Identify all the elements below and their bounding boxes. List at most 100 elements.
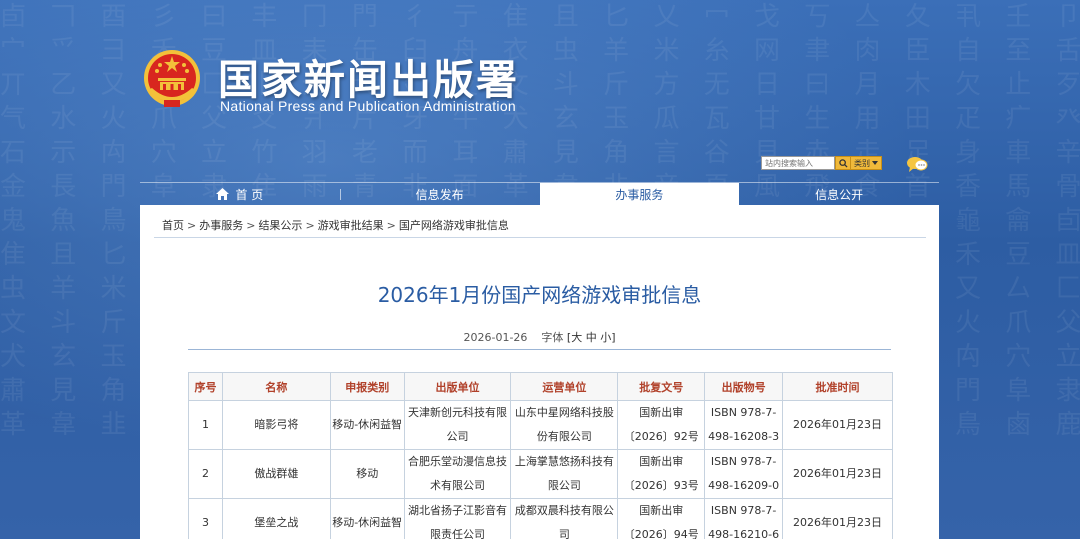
cell-approval-no: 国新出审〔2026〕93号 bbox=[617, 449, 706, 499]
category-label: 类别 bbox=[854, 158, 870, 168]
site-subtitle: National Press and Publication Administr… bbox=[220, 98, 516, 114]
nav-item-home[interactable]: 首 页 bbox=[140, 183, 340, 205]
cell-line: 限责任公司 bbox=[430, 528, 486, 539]
nav-item-services[interactable]: 办事服务 bbox=[539, 183, 740, 205]
column-header: 批复文号 bbox=[617, 372, 706, 401]
cell-approval-date: 2026年01月23日 bbox=[782, 400, 893, 450]
cell-category: 移动-休闲益智 bbox=[329, 400, 405, 450]
column-header: 出版单位 bbox=[403, 372, 512, 401]
cell-operator: 山东中星网络科技股 份有限公司 bbox=[510, 400, 619, 450]
breadcrumb-divider bbox=[154, 237, 926, 238]
main-content: 首页 > 办事服务 > 结果公示 > 游戏审批结果 > 国产网络游戏审批信息 2026年1月份国… bbox=[140, 205, 939, 539]
cell-line: 〔2026〕94号 bbox=[623, 528, 699, 539]
chat-bubbles-icon[interactable] bbox=[906, 155, 928, 173]
cell-line: 公司 bbox=[446, 430, 469, 443]
cell-line: 天津新创元科技有限 bbox=[408, 406, 508, 419]
font-large-button[interactable]: 大 bbox=[571, 331, 582, 344]
cell-line: 术有限公司 bbox=[430, 479, 486, 492]
cell-no: 1 bbox=[188, 400, 223, 450]
breadcrumb: 首页 > 办事服务 > 结果公示 > 游戏审批结果 > 国产网络游戏审批信息 bbox=[162, 217, 509, 233]
meta-divider bbox=[188, 349, 891, 350]
column-header: 出版物号 bbox=[704, 372, 784, 401]
game-approval-table: 序号 名称 申报类别 出版单位 运营单位 批复文号 出版物号 批准时间 1 暗影… bbox=[188, 372, 893, 539]
article-title: 2026年1月份国产网络游戏审批信息 bbox=[377, 283, 702, 307]
cell-publisher: 湖北省扬子江影音有 限责任公司 bbox=[403, 498, 512, 539]
cell-isbn: ISBN 978-7- 498-16210-6 bbox=[704, 498, 784, 539]
font-medium-button[interactable]: 中 bbox=[586, 331, 597, 344]
search-input[interactable] bbox=[761, 156, 835, 170]
publish-date: 2026-01-26 bbox=[463, 331, 528, 344]
cell-line: 〔2026〕93号 bbox=[623, 479, 699, 492]
breadcrumb-services[interactable]: 办事服务 bbox=[199, 219, 243, 232]
nav-divider bbox=[339, 189, 341, 200]
nav-item-label: 办事服务 bbox=[615, 187, 664, 202]
chevron-down-icon bbox=[872, 160, 878, 165]
cell-operator: 上海掌慧悠扬科技有 限公司 bbox=[510, 449, 619, 499]
nav-item-label: 信息公开 bbox=[815, 187, 864, 202]
font-bracket: ] bbox=[611, 331, 616, 344]
cell-line: 498-16208-3 bbox=[708, 430, 780, 443]
cell-isbn: ISBN 978-7- 498-16209-0 bbox=[704, 449, 784, 499]
cell-category: 移动 bbox=[329, 449, 405, 499]
home-icon bbox=[216, 188, 230, 200]
cell-approval-date: 2026年01月23日 bbox=[782, 498, 893, 539]
cell-line: ISBN 978-7- bbox=[710, 406, 777, 419]
cell-name: 傲战群雄 bbox=[221, 449, 331, 499]
breadcrumb-domestic-games[interactable]: 国产网络游戏审批信息 bbox=[399, 219, 509, 232]
breadcrumb-home[interactable]: 首页 bbox=[162, 219, 184, 232]
cell-name: 堡垒之战 bbox=[221, 498, 331, 539]
national-emblem-icon[interactable] bbox=[142, 48, 202, 110]
breadcrumb-results[interactable]: 结果公示 bbox=[258, 219, 302, 232]
cell-publisher: 天津新创元科技有限 公司 bbox=[403, 400, 512, 450]
cell-operator: 成都双晨科技有限公司 bbox=[510, 498, 619, 539]
cell-approval-no: 国新出审〔2026〕94号 bbox=[617, 498, 706, 539]
breadcrumb-game-approval[interactable]: 游戏审批结果 bbox=[318, 219, 384, 232]
cell-name: 暗影弓将 bbox=[221, 400, 331, 450]
cell-publisher: 合肥乐堂动漫信息技 术有限公司 bbox=[403, 449, 512, 499]
cell-isbn: ISBN 978-7- 498-16208-3 bbox=[704, 400, 784, 450]
cell-line: 498-16210-6 bbox=[708, 528, 780, 539]
table-row: 1 暗影弓将 移动-休闲益智 天津新创元科技有限 公司 山东中星网络科技股 份有限公… bbox=[188, 400, 893, 450]
table-header-row: 序号 名称 申报类别 出版单位 运营单位 批复文号 出版物号 批准时间 bbox=[188, 372, 893, 401]
column-header: 序号 bbox=[188, 372, 223, 401]
nav-item-info-release[interactable]: 信息发布 bbox=[339, 183, 540, 205]
nav-item-info-disclosure[interactable]: 信息公开 bbox=[739, 183, 939, 205]
cell-category: 移动-休闲益智 bbox=[329, 498, 405, 539]
breadcrumb-separator: > bbox=[386, 219, 396, 232]
site-title: 国家新闻出版署 bbox=[218, 56, 519, 104]
column-header: 申报类别 bbox=[329, 372, 405, 401]
cell-approval-no: 国新出审〔2026〕92号 bbox=[617, 400, 706, 450]
cell-line: 山东中星网络科技股 bbox=[514, 406, 614, 419]
cell-line: 国新出审 bbox=[639, 504, 684, 517]
table-row: 3 堡垒之战 移动-休闲益智 湖北省扬子江影音有 限责任公司 成都双晨科技有限公司… bbox=[188, 498, 893, 539]
cell-line: 份有限公司 bbox=[536, 430, 592, 443]
cell-line: 498-16209-0 bbox=[708, 479, 780, 492]
cell-line: 湖北省扬子江影音有 bbox=[408, 504, 508, 517]
search-button[interactable] bbox=[835, 156, 851, 170]
cell-no: 3 bbox=[188, 498, 223, 539]
column-header: 运营单位 bbox=[510, 372, 619, 401]
category-dropdown[interactable]: 类别 bbox=[851, 156, 882, 170]
cell-approval-date: 2026年01月23日 bbox=[782, 449, 893, 499]
main-navigation: 首 页 信息发布 办事服务 信息公开 bbox=[140, 182, 939, 205]
column-header: 批准时间 bbox=[782, 372, 893, 401]
cell-line: 〔2026〕92号 bbox=[623, 430, 699, 443]
cell-line: 合肥乐堂动漫信息技 bbox=[408, 455, 508, 468]
cell-line: 成都双晨科技有限公 bbox=[514, 504, 614, 517]
font-size-label: 字体 bbox=[541, 331, 564, 344]
cell-line: 国新出审 bbox=[639, 455, 684, 468]
table-row: 2 傲战群雄 移动 合肥乐堂动漫信息技 术有限公司 上海掌慧悠扬科技有 限公司 国新… bbox=[188, 449, 893, 499]
cell-no: 2 bbox=[188, 449, 223, 499]
cell-line: ISBN 978-7- bbox=[710, 455, 777, 468]
cell-line: ISBN 978-7- bbox=[710, 504, 777, 517]
cell-line: 国新出审 bbox=[639, 406, 684, 419]
nav-item-label: 首 页 bbox=[235, 187, 264, 202]
cell-line: 限公司 bbox=[547, 479, 581, 492]
nav-item-label: 信息发布 bbox=[415, 187, 464, 202]
article-meta: 2026-01-26 字体 [大 中 小] bbox=[140, 329, 939, 345]
font-small-button[interactable]: 小 bbox=[600, 331, 611, 344]
cell-line: 司 bbox=[558, 528, 570, 539]
breadcrumb-separator: > bbox=[187, 219, 197, 232]
search-icon bbox=[838, 158, 848, 168]
column-header: 名称 bbox=[221, 372, 331, 401]
